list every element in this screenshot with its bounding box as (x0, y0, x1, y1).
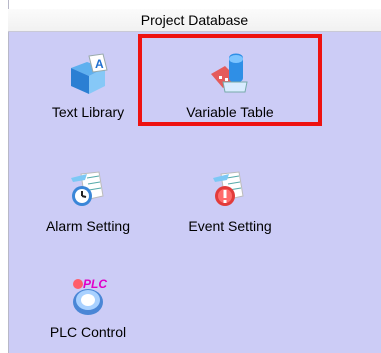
plc-control-label: PLC Control (49, 324, 127, 340)
svg-text:A: A (95, 57, 104, 71)
svg-text:PLC: PLC (83, 277, 107, 291)
alarm-setting-label: Alarm Setting (45, 218, 131, 234)
text-library-icon: A (65, 52, 111, 98)
event-setting-item[interactable]: Event Setting (160, 166, 300, 234)
panel-header: Project Database (8, 9, 381, 32)
alarm-setting-icon (65, 166, 111, 212)
variable-table-label: Variable Table (186, 104, 274, 120)
event-setting-icon (207, 166, 253, 212)
plc-control-item[interactable]: PLC PLC Control (18, 272, 158, 340)
variable-table-icon (207, 52, 253, 98)
variable-table-item[interactable]: Variable Table (160, 52, 300, 120)
text-library-label: Text Library (51, 104, 125, 120)
plc-control-icon: PLC (65, 272, 111, 318)
panel-left-edge (0, 0, 9, 353)
alarm-setting-item[interactable]: Alarm Setting (18, 166, 158, 234)
project-database-panel: Project Database A Text Library Variable… (0, 0, 381, 353)
panel-title: Project Database (140, 12, 249, 28)
event-setting-label: Event Setting (188, 218, 272, 234)
text-library-item[interactable]: A Text Library (18, 52, 158, 120)
